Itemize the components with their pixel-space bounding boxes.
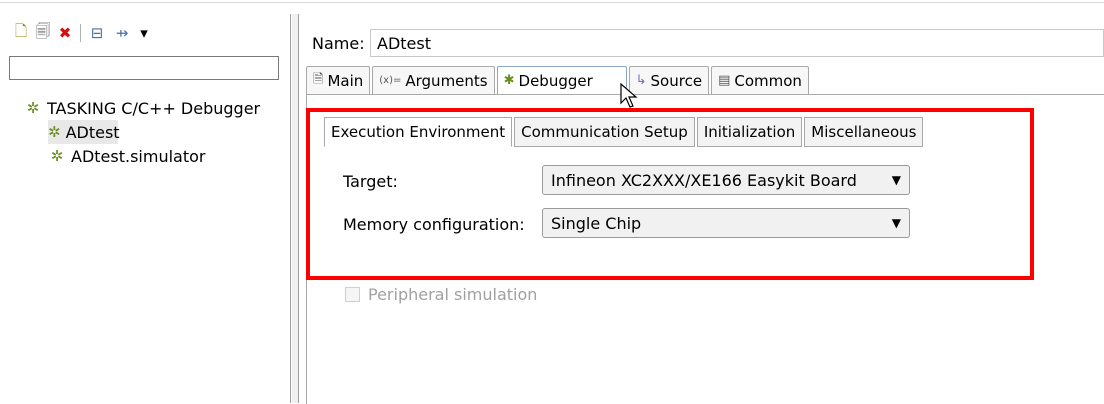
main-tab-icon: 🗎	[313, 71, 324, 87]
view-menu-icon[interactable]: ▾	[136, 24, 152, 42]
top-divider	[0, 2, 1104, 3]
common-tab-icon: ▤	[718, 73, 731, 88]
launch-tabs: 🗎 Main (x)= Arguments ✱ Debugger ↳ Sourc…	[306, 66, 811, 94]
config-tree: ✲ TASKING C/C++ Debugger ✲ ADtest ✲ ADte…	[24, 96, 260, 168]
debugger-type-icon: ✲	[26, 99, 40, 117]
collapse-all-icon[interactable]: ⊟	[88, 24, 106, 42]
arguments-tab-icon: (x)=	[379, 75, 402, 86]
launch-config-icon: ✲	[50, 147, 64, 165]
launch-config-icon: ✲	[48, 123, 61, 141]
filter-input[interactable]	[9, 56, 279, 80]
panel-splitter[interactable]	[292, 14, 299, 403]
tab-debugger[interactable]: ✱ Debugger	[496, 66, 627, 94]
tree-item-adtest[interactable]: ✲ ADtest	[48, 120, 120, 144]
name-field[interactable]	[370, 29, 1104, 57]
peripheral-simulation-label: Peripheral simulation	[368, 285, 538, 304]
filter-icon[interactable]: ⇸	[112, 24, 132, 42]
tree-item-adtest-simulator[interactable]: ✲ ADtest.simulator	[48, 144, 260, 168]
tab-label: Debugger	[518, 71, 593, 90]
peripheral-simulation-checkbox[interactable]	[345, 287, 360, 302]
tab-arguments[interactable]: (x)= Arguments	[372, 66, 495, 94]
tab-label: Common	[734, 71, 802, 90]
toolbar-separator	[80, 24, 81, 42]
debugger-tab-icon: ✱	[503, 73, 515, 88]
tree-item-tasking-debugger[interactable]: ✲ TASKING C/C++ Debugger	[24, 96, 260, 120]
tab-source[interactable]: ↳ Source	[628, 66, 710, 94]
tab-label: Source	[650, 71, 703, 90]
tab-main[interactable]: 🗎 Main	[306, 66, 371, 94]
tab-label: Main	[327, 71, 364, 90]
tab-common[interactable]: ▤ Common	[711, 66, 809, 94]
tree-item-label: ADtest	[65, 122, 120, 142]
highlight-box	[306, 108, 1034, 280]
duplicate-icon[interactable]: 🗐	[34, 22, 52, 42]
tree-item-label: TASKING C/C++ Debugger	[47, 98, 261, 118]
name-label: Name:	[312, 34, 365, 53]
tree-item-label: ADtest.simulator	[71, 146, 206, 166]
tab-label: Arguments	[405, 71, 488, 90]
mouse-cursor-icon	[620, 83, 638, 108]
delete-icon[interactable]: ✖	[56, 24, 74, 42]
new-config-icon[interactable]: 🗋	[12, 22, 30, 42]
